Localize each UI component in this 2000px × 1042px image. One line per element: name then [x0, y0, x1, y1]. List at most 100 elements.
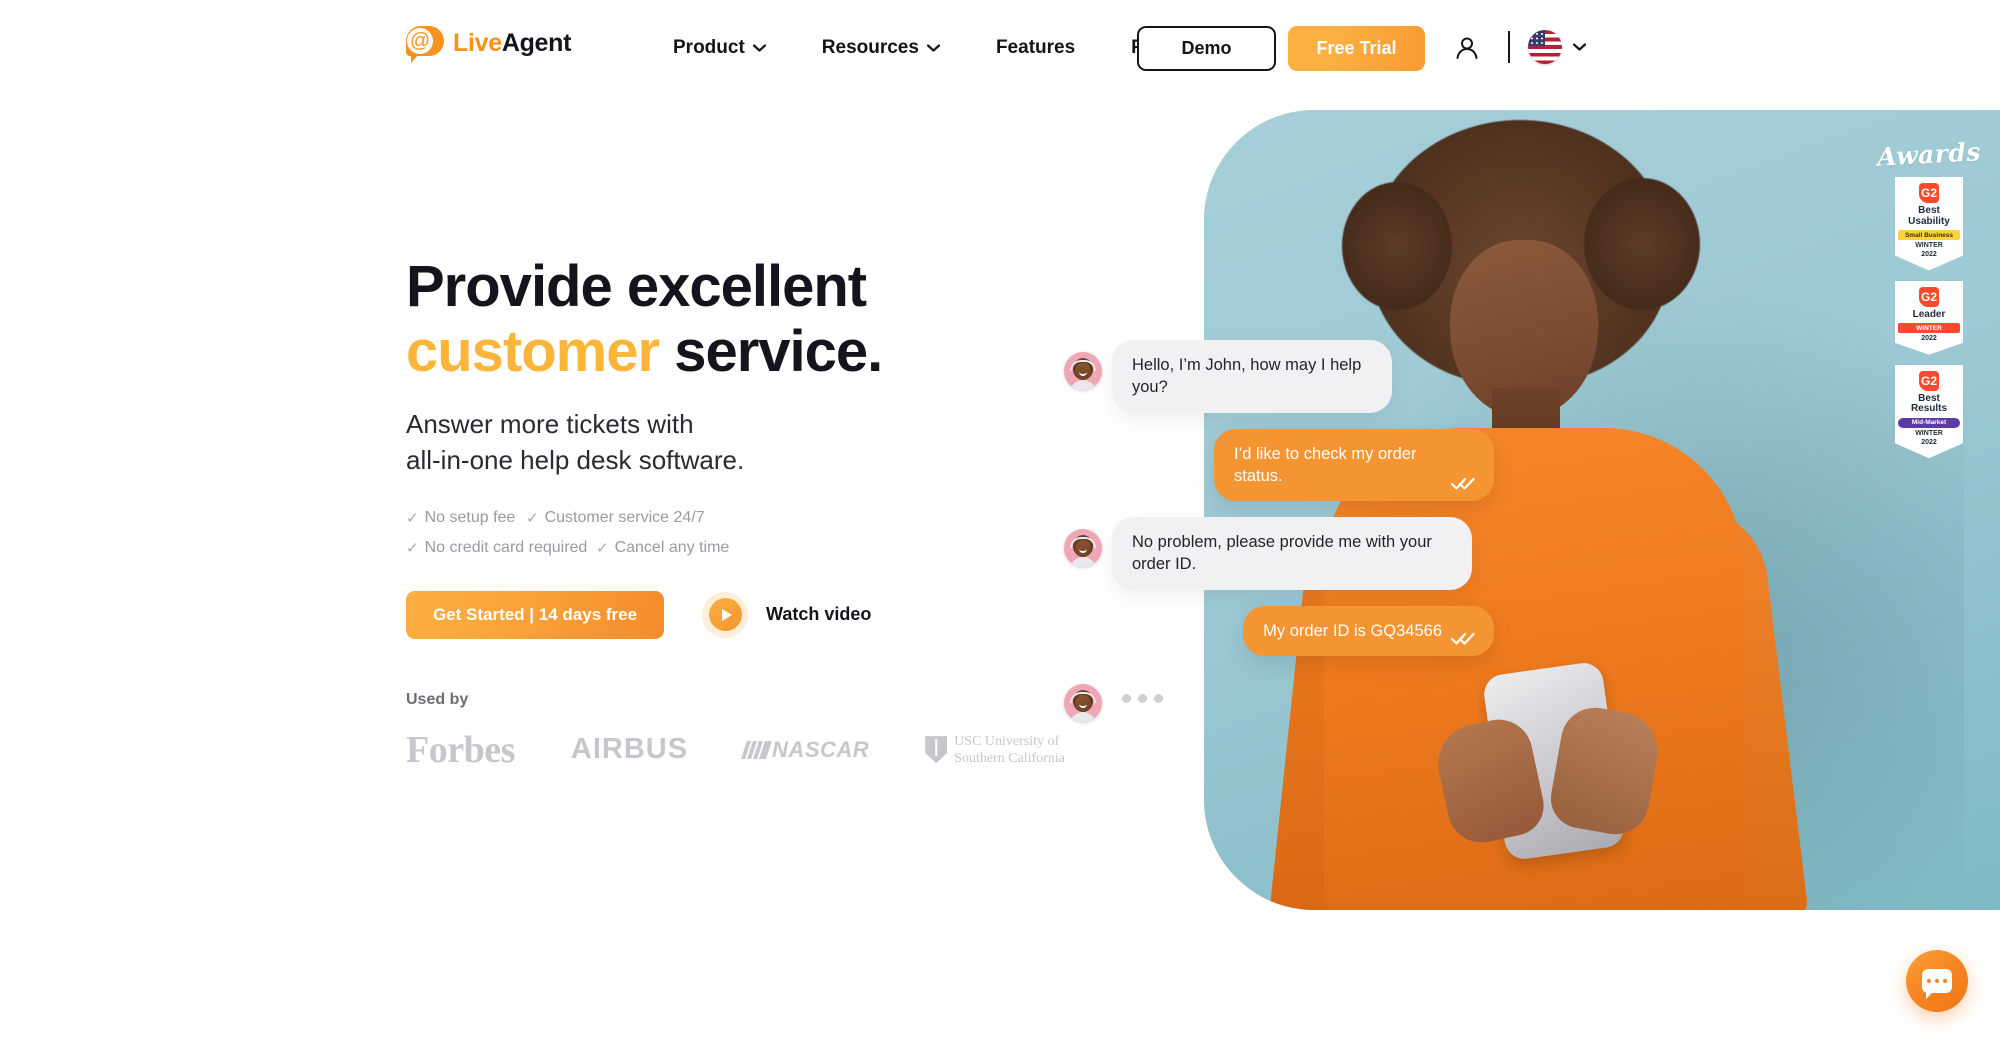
nascar-stripes-icon	[741, 740, 772, 759]
get-started-button[interactable]: Get Started | 14 days free	[406, 590, 664, 639]
logo-liveagent[interactable]: @ LiveAgent	[406, 26, 572, 63]
watch-video-label: Watch video	[766, 604, 872, 625]
benefit-label: Customer service 24/7	[544, 508, 705, 526]
award-year: 2022	[1921, 438, 1937, 446]
headline-line-1: Provide excellent	[406, 254, 867, 319]
chat-message-agent-1: Hello, I’m John, how may I help you?	[1064, 340, 1494, 413]
benefit-item: ✓ Customer service 24/7	[526, 509, 726, 527]
check-icon: ✓	[406, 539, 419, 557]
logo-airbus: AIRBUS	[570, 733, 689, 766]
award-season: WINTER	[1915, 242, 1943, 249]
nav-label-resources: Resources	[821, 37, 919, 58]
logo-usc-line2: Southern California	[954, 750, 1065, 766]
nav-item-resources[interactable]: Resources	[794, 0, 968, 96]
chat-conversation-overlay: Hello, I’m John, how may I help you? I’d…	[1064, 340, 1494, 738]
g2-logo-icon: G2	[1919, 370, 1939, 391]
chat-bubble-agent: No problem, please provide me with your …	[1112, 517, 1472, 590]
double-check-icon	[1450, 474, 1476, 490]
hero-content: Provide excellent customer service. Answ…	[406, 254, 1146, 769]
chat-bubble-user: My order ID is GQ34566	[1243, 605, 1494, 656]
subheading-line-2: all-in-one help desk software.	[406, 444, 745, 475]
chevron-down-icon	[926, 44, 940, 52]
chat-message-user-2: My order ID is GQ34566	[1064, 605, 1494, 656]
benefit-label: Cancel any time	[614, 538, 730, 556]
chat-message-user-1: I’d like to check my order status.	[1064, 428, 1494, 502]
benefit-label: No credit card required	[424, 538, 588, 556]
used-by-label: Used by	[406, 690, 469, 708]
chevron-down-icon	[752, 44, 766, 52]
logo-nascar: NASCAR	[741, 736, 870, 762]
nav-label-features: Features	[995, 37, 1076, 58]
headline-line-2-rest: service.	[659, 318, 883, 384]
agent-avatar	[1064, 529, 1102, 568]
logo-usc: USC University of Southern California	[925, 733, 1065, 767]
award-ribbon: WINTER	[1898, 323, 1960, 333]
chat-widget-button[interactable]	[1906, 950, 1968, 1012]
subheading-line-1: Answer more tickets with	[406, 408, 694, 439]
check-icon: ✓	[596, 539, 609, 557]
award-season: WINTER	[1915, 429, 1943, 437]
award-title-line2: Usability	[1908, 215, 1950, 227]
logo-forbes: Forbes	[406, 728, 515, 771]
agent-avatar	[1064, 683, 1102, 722]
check-icon: ✓	[526, 509, 539, 527]
award-year: 2022	[1921, 250, 1937, 258]
benefit-item: ✓ Cancel any time	[596, 539, 736, 557]
header-divider	[1508, 31, 1510, 63]
award-badge-leader[interactable]: G2 Leader WINTER 2022	[1895, 280, 1963, 355]
usc-shield-icon	[925, 736, 948, 764]
award-title-line1: Leader	[1912, 308, 1946, 320]
free-trial-button[interactable]: Free Trial	[1288, 26, 1425, 71]
benefit-label: No setup fee	[424, 508, 516, 526]
liveagent-logo-icon: @	[406, 26, 444, 63]
demo-button[interactable]: Demo	[1137, 26, 1276, 71]
chevron-down-icon	[1573, 43, 1586, 51]
chat-bubble-agent: Hello, I’m John, how may I help you?	[1112, 340, 1392, 413]
logo-usc-line1: USC University of	[954, 733, 1060, 749]
agent-avatar	[1064, 352, 1102, 390]
awards-title: Awards	[1876, 137, 1982, 172]
award-ribbon: Small Business	[1898, 230, 1960, 240]
watch-video-control[interactable]: Watch video	[702, 591, 872, 638]
site-header: @ LiveAgent Product Resources Features D…	[0, 0, 2000, 96]
benefit-item: ✓ No setup fee	[406, 509, 526, 527]
logo-text-live: Live	[453, 28, 502, 57]
nav-label-product: Product	[673, 37, 745, 58]
award-year: 2022	[1921, 335, 1937, 342]
benefit-item: ✓ No credit card required	[406, 539, 596, 557]
headline-accent-word: customer	[406, 318, 660, 384]
at-symbol-icon: @	[407, 28, 433, 54]
typing-indicator	[1122, 693, 1163, 703]
chat-typing-indicator-row	[1064, 672, 1494, 722]
award-title-line1: Best	[1918, 205, 1940, 216]
g2-logo-icon: G2	[1919, 286, 1939, 307]
language-selector[interactable]	[1528, 30, 1586, 64]
awards-column: Awards G2 Best Usability Small Business …	[1876, 137, 1982, 468]
chat-bubble-icon	[1922, 969, 1952, 999]
award-badge-best-results[interactable]: G2 Best Results Mid-Market WINTER 2022	[1895, 364, 1963, 459]
award-title-line2: Results	[1910, 403, 1948, 415]
play-icon	[708, 598, 742, 632]
benefits-list: ✓ No setup fee ✓ Customer service 24/7 ✓…	[406, 509, 736, 557]
double-check-icon	[1450, 629, 1476, 645]
nav-item-product[interactable]: Product	[645, 0, 794, 96]
award-ribbon: Mid-Market	[1898, 417, 1960, 428]
user-account-icon[interactable]	[1452, 33, 1482, 63]
page-title: Provide excellent customer service.	[406, 254, 1146, 385]
hero-subheading: Answer more tickets with all-in-one help…	[406, 407, 1146, 479]
landing-page: @ LiveAgent Product Resources Features D…	[0, 0, 2000, 1042]
logo-usc-text: USC University of Southern California	[954, 733, 1065, 767]
chat-message-agent-2: No problem, please provide me with your …	[1064, 517, 1494, 590]
nav-item-features[interactable]: Features	[968, 0, 1103, 96]
check-icon: ✓	[406, 509, 419, 527]
chat-bubble-user-text: I’d like to check my order status.	[1234, 444, 1417, 485]
chat-bubble-user-text: My order ID is GQ34566	[1263, 621, 1442, 640]
logo-text-agent: Agent	[501, 28, 572, 57]
g2-logo-icon: G2	[1919, 183, 1939, 203]
chat-bubble-user: I’d like to check my order status.	[1214, 428, 1494, 502]
award-badge-best-usability[interactable]: G2 Best Usability Small Business WINTER …	[1895, 177, 1963, 271]
cta-row: Get Started | 14 days free Watch video	[406, 590, 1146, 639]
logo-nascar-text: NASCAR	[772, 736, 870, 762]
customer-logos: Forbes AIRBUS NASCAR USC University of S…	[406, 731, 1146, 769]
flag-us-icon	[1528, 30, 1562, 64]
